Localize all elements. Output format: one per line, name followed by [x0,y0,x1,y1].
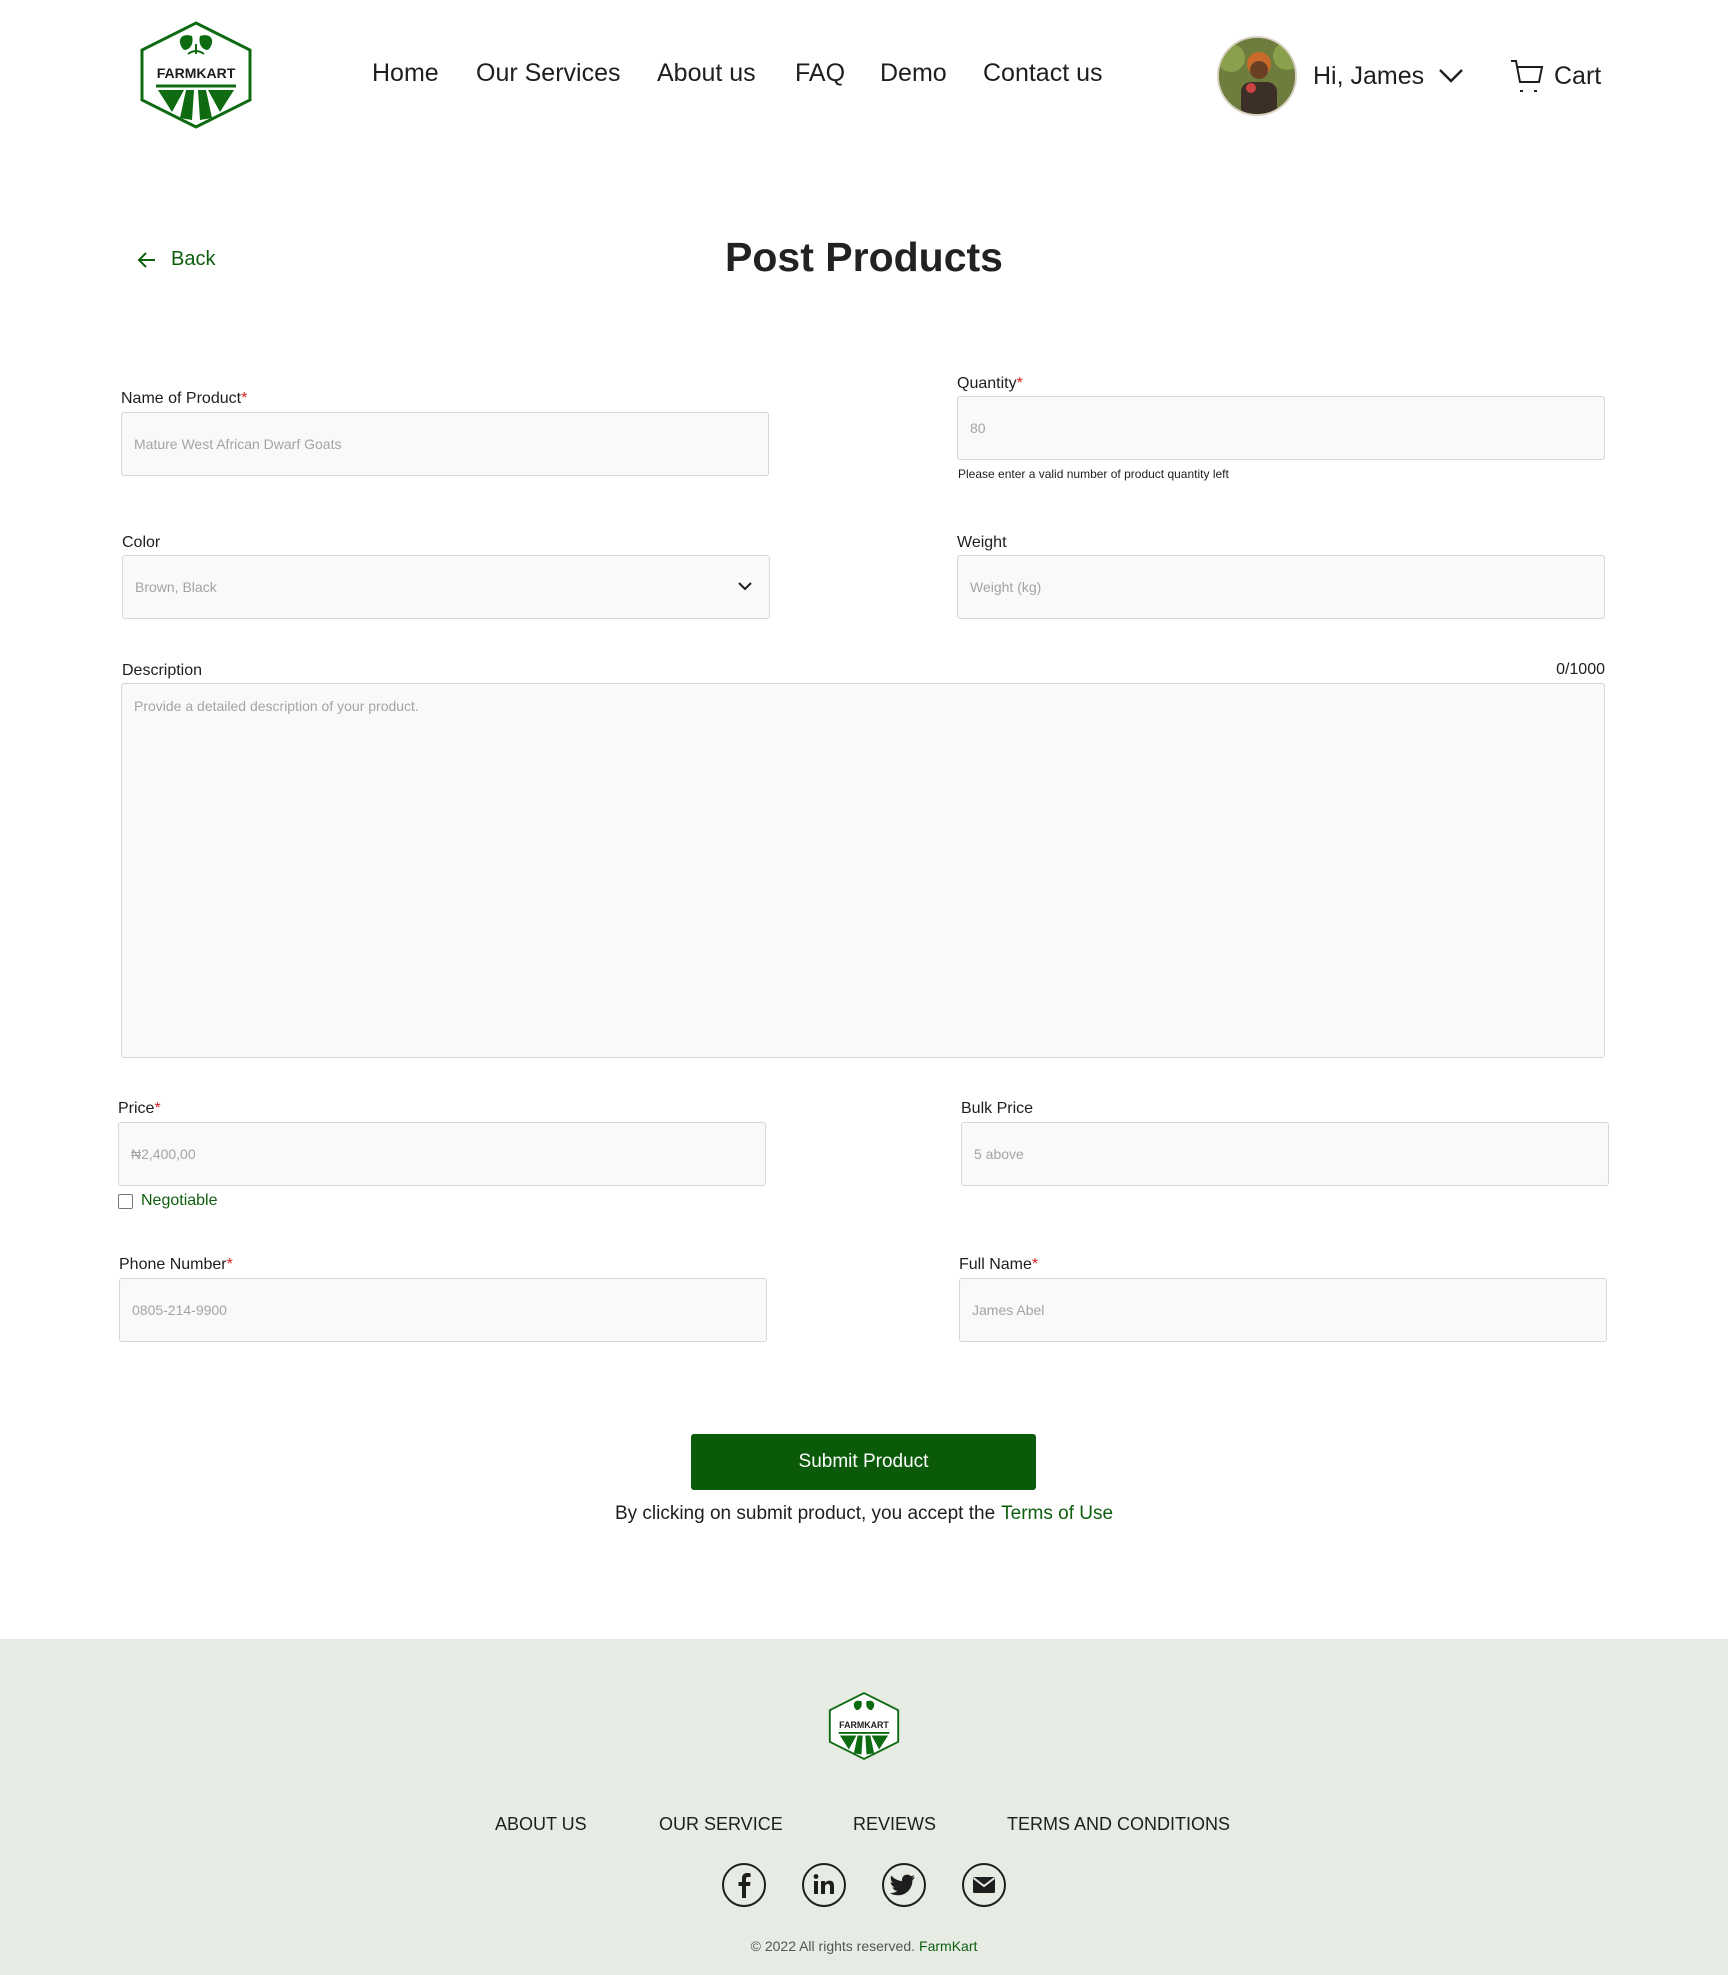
copyright-text: © 2022 All rights reserved. [750,1938,916,1954]
chevron-down-icon[interactable] [1438,68,1464,84]
bulk-price-label: Bulk Price [961,1100,1034,1117]
footer-link-reviews[interactable]: REVIEWS [853,1814,936,1835]
footer-link-our-service[interactable]: OUR SERVICE [659,1814,783,1835]
weight-field[interactable] [957,555,1605,619]
footer-nav: ABOUT US OUR SERVICE REVIEWS TERMS AND C… [0,1814,1728,1844]
negotiable-option[interactable]: Negotiable [118,1192,218,1210]
user-greeting[interactable]: Hi, James [1313,62,1424,91]
cart-button[interactable]: Cart [1510,56,1601,96]
user-menu[interactable]: Hi, James [1217,35,1464,117]
negotiable-checkbox[interactable] [118,1193,133,1209]
negotiable-label[interactable]: Negotiable [141,1192,218,1210]
linkedin-icon[interactable] [801,1862,847,1908]
quantity-input[interactable] [970,420,1604,436]
quantity-helper-text: Please enter a valid number of product q… [958,467,1229,481]
page-title: Post Products [725,234,1003,280]
email-icon[interactable] [961,1862,1007,1908]
bulk-price-field[interactable] [961,1122,1609,1186]
phone-field[interactable] [119,1278,767,1342]
twitter-icon[interactable] [881,1862,927,1908]
social-links [0,1862,1728,1912]
required-mark: * [154,1100,161,1117]
phone-label-text: Phone Number [119,1256,227,1273]
footer-farmkart-logo[interactable]: FARMKART [826,1691,902,1761]
cart-label: Cart [1554,61,1602,90]
nav-faq[interactable]: FAQ [795,59,845,88]
full-name-input[interactable] [972,1302,1606,1318]
phone-label: Phone Number* [119,1256,233,1274]
copyright-brand-link[interactable]: FarmKart [919,1938,977,1954]
color-selected-value: Brown, Black [135,579,217,595]
weight-input[interactable] [970,579,1604,595]
svg-text:FARMKART: FARMKART [839,1720,889,1730]
nav-about-us[interactable]: About us [657,59,756,88]
avatar-image [1219,38,1295,114]
facebook-icon[interactable] [721,1862,767,1908]
nav-our-services[interactable]: Our Services [476,59,620,88]
terms-notice: By clicking on submit product, you accep… [0,1503,1728,1525]
required-mark: * [1016,375,1023,392]
submit-product-button[interactable]: Submit Product [691,1434,1036,1490]
product-name-label: Name of Product* [121,390,247,408]
quantity-label-text: Quantity [957,375,1017,392]
svg-text:FARMKART: FARMKART [157,65,236,81]
description-counter: 0/1000 [1556,661,1605,678]
terms-of-use-link[interactable]: Terms of Use [1001,1503,1113,1524]
user-avatar[interactable] [1217,36,1297,116]
required-mark: * [226,1256,233,1273]
site-header: FARMKART Home Our Services About us FAQ … [0,0,1728,155]
bulk-price-input[interactable] [974,1146,1608,1162]
chevron-down-icon[interactable] [737,581,753,593]
full-name-label-text: Full Name [959,1256,1032,1273]
footer-link-about-us[interactable]: ABOUT US [495,1814,587,1835]
description-label: Description [122,662,203,679]
site-footer: FARMKART ABOUT US OUR SERVICE REVIEWS TE… [0,1639,1728,1975]
price-input[interactable] [131,1146,765,1162]
footer-link-terms[interactable]: TERMS AND CONDITIONS [1007,1814,1230,1835]
required-mark: * [1031,1256,1039,1273]
terms-text: By clicking on submit product, you accep… [614,1503,996,1524]
price-label: Price* [118,1100,161,1118]
quantity-label: Quantity* [957,375,1023,393]
copyright: © 2022 All rights reserved. FarmKart [0,1938,1728,1954]
farmkart-logo[interactable]: FARMKART [136,20,256,130]
product-name-label-text: Name of Product [121,390,242,407]
nav-contact-us[interactable]: Contact us [983,59,1103,88]
phone-input[interactable] [132,1302,766,1318]
weight-label: Weight [957,534,1007,551]
description-input[interactable] [121,683,1605,1058]
required-mark: * [241,390,248,407]
color-label: Color [122,534,161,551]
cart-icon [1511,60,1544,92]
nav-demo[interactable]: Demo [880,59,947,88]
price-field[interactable] [118,1122,766,1186]
product-name-input[interactable] [134,436,768,452]
full-name-field[interactable] [959,1278,1607,1342]
product-name-field[interactable] [121,412,769,476]
quantity-field[interactable] [957,396,1605,460]
color-select[interactable]: Brown, Black [122,555,770,619]
price-label-text: Price [118,1100,155,1117]
full-name-label: Full Name* [959,1256,1038,1274]
nav-home[interactable]: Home [372,59,439,88]
